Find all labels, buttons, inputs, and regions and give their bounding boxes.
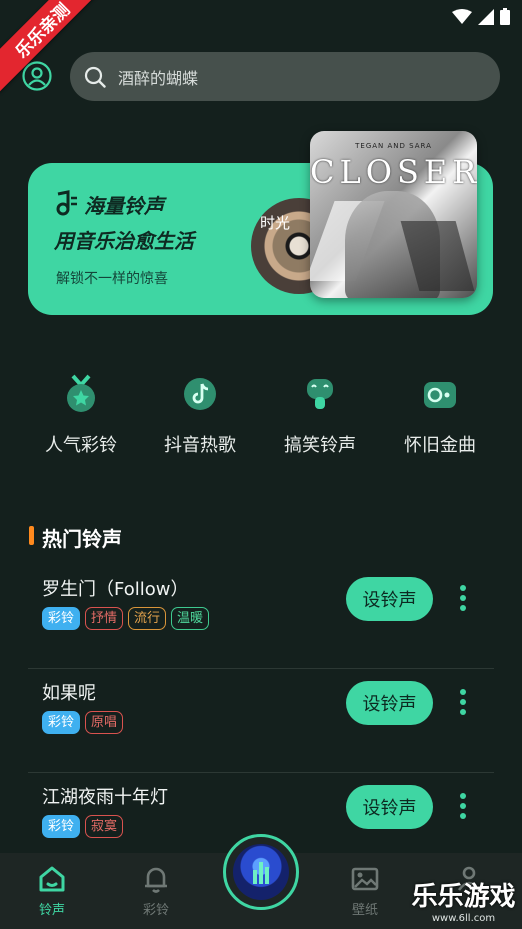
- list-item[interactable]: 罗生门（Follow） 彩铃 抒情 流行 温暖 设铃声: [28, 565, 494, 669]
- cassette-icon: [424, 382, 456, 408]
- tag-list: 彩铃 抒情 流行 温暖: [42, 607, 210, 630]
- profile-icon[interactable]: [22, 61, 52, 91]
- tag: 温暖: [171, 607, 210, 630]
- song-title[interactable]: 江湖夜雨十年灯: [42, 783, 168, 809]
- nav-label: 彩铃: [142, 903, 169, 918]
- search-placeholder[interactable]: 酒醉的蝴蝶: [118, 65, 198, 89]
- wifi-icon: [452, 8, 472, 24]
- search-bar[interactable]: 酒醉的蝴蝶: [70, 52, 500, 101]
- category-label: 人气彩铃: [45, 435, 117, 456]
- banner-subtitle: 解锁不一样的惊喜: [56, 271, 168, 287]
- set-ringtone-button[interactable]: 设铃声: [346, 681, 433, 725]
- equalizer-icon: [253, 862, 269, 884]
- album-cover[interactable]: TEGAN AND SARA CLOSER: [310, 131, 477, 298]
- category-classic[interactable]: 怀旧金曲: [385, 373, 495, 457]
- set-ringtone-button[interactable]: 设铃声: [346, 577, 433, 621]
- banner-slogan: 用音乐治愈生活: [54, 229, 194, 253]
- watermark-url: www.6ll.com: [431, 913, 496, 924]
- album-artist: TEGAN AND SARA: [355, 142, 432, 150]
- tag: 寂寞: [85, 815, 124, 838]
- set-ringtone-button[interactable]: 设铃声: [346, 785, 433, 829]
- more-options-icon[interactable]: [456, 583, 470, 613]
- watermark-name: 乐乐游戏: [411, 882, 516, 912]
- album-title: CLOSER: [310, 153, 477, 191]
- tag: 原唱: [85, 711, 124, 734]
- tiktok-icon: [184, 378, 216, 410]
- signal-icon: [478, 8, 494, 25]
- now-playing-button[interactable]: [223, 834, 299, 910]
- tag-list: 彩铃 寂寞: [42, 815, 124, 838]
- section-title: 热门铃声: [42, 527, 122, 551]
- tag: 彩铃: [42, 815, 81, 838]
- disc-label: 时光: [260, 214, 291, 232]
- category-label: 搞笑铃声: [284, 435, 356, 456]
- search-icon: [84, 66, 106, 88]
- list-item[interactable]: 如果呢 彩铃 原唱 设铃声: [28, 669, 494, 773]
- tag: 彩铃: [42, 607, 81, 630]
- nav-item-caller-tone[interactable]: 彩铃: [116, 863, 196, 918]
- image-icon: [351, 867, 379, 891]
- status-icons: [452, 8, 510, 25]
- song-title[interactable]: 罗生门（Follow）: [42, 575, 188, 601]
- bell-icon: [145, 867, 167, 893]
- funny-face-icon: [307, 379, 333, 409]
- song-title[interactable]: 如果呢: [42, 679, 96, 705]
- more-options-icon[interactable]: [456, 687, 470, 717]
- nav-item-ringtones[interactable]: 铃声: [12, 863, 92, 918]
- nav-item-wallpaper[interactable]: 壁纸: [325, 863, 405, 918]
- music-note-logo-icon: [56, 190, 77, 216]
- category-douyin[interactable]: 抖音热歌: [145, 373, 255, 457]
- tag: 抒情: [85, 607, 124, 630]
- tag: 彩铃: [42, 711, 81, 734]
- category-popular[interactable]: 人气彩铃: [26, 373, 136, 457]
- now-playing-artwork: [233, 844, 289, 900]
- home-icon: [39, 866, 65, 892]
- site-watermark: 乐乐游戏 www.6ll.com: [405, 876, 522, 924]
- banner-title: 海量铃声: [84, 194, 164, 218]
- tag: 流行: [128, 607, 167, 630]
- category-funny[interactable]: 搞笑铃声: [265, 373, 375, 457]
- category-label: 抖音热歌: [164, 435, 236, 456]
- category-label: 怀旧金曲: [404, 435, 476, 456]
- nav-label: 壁纸: [351, 903, 378, 918]
- nav-label: 铃声: [38, 903, 65, 918]
- battery-icon: [500, 8, 510, 25]
- tag-list: 彩铃 原唱: [42, 711, 124, 734]
- section-accent-bar: [29, 526, 34, 545]
- star-medal-icon: [67, 374, 95, 412]
- more-options-icon[interactable]: [456, 791, 470, 821]
